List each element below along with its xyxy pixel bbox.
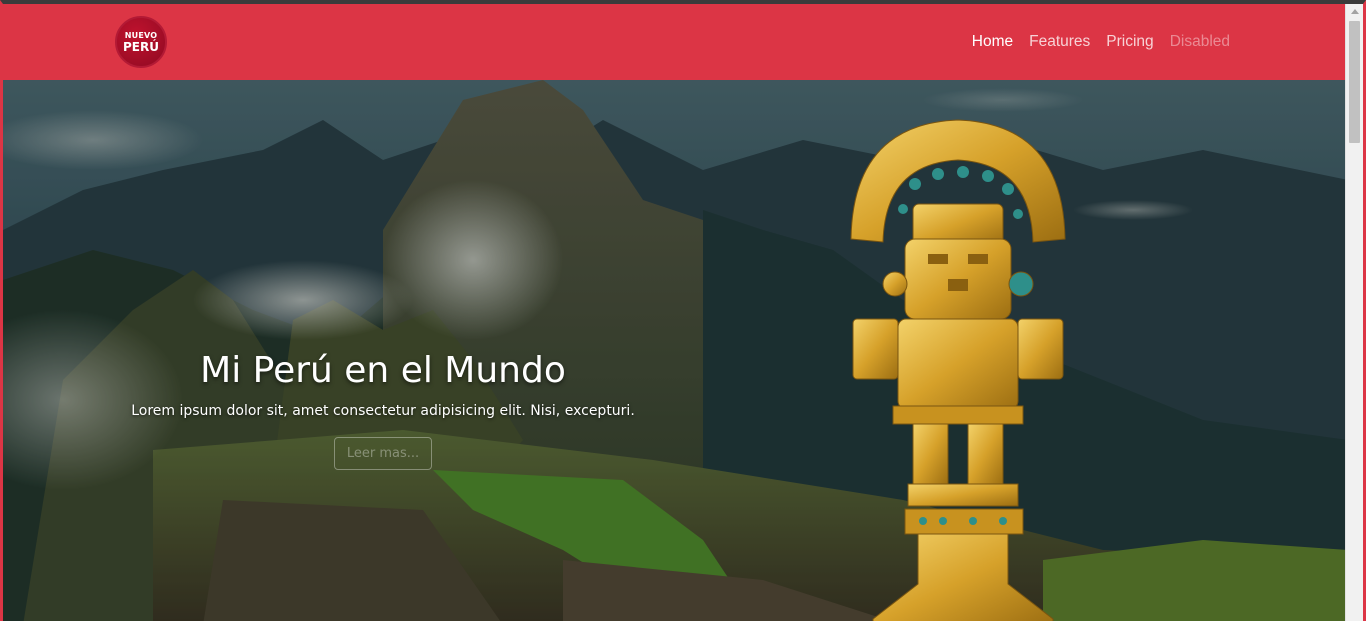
nav-link-features[interactable]: Features xyxy=(1029,33,1090,51)
nav-link-home[interactable]: Home xyxy=(972,33,1013,51)
nav-link-pricing[interactable]: Pricing xyxy=(1106,33,1153,51)
vertical-scrollbar[interactable] xyxy=(1345,4,1363,621)
hero-subtitle: Lorem ipsum dolor sit, amet consectetur … xyxy=(131,403,635,419)
scroll-up-arrow-icon[interactable] xyxy=(1351,9,1359,14)
tumi-gold-figure-image xyxy=(850,119,1066,621)
scrollbar-thumb[interactable] xyxy=(1349,21,1360,143)
browser-viewport: NUEVO PERÚ Home Features Pricing Disable… xyxy=(0,0,1366,621)
logo-text-top: NUEVO xyxy=(124,30,158,40)
nav-links: Home Features Pricing Disabled xyxy=(972,33,1230,51)
hero-title: Mi Perú en el Mundo xyxy=(200,350,566,391)
hero-carousel: Mi Perú en el Mundo Lorem ipsum dolor si… xyxy=(3,80,1348,621)
carousel-caption: Mi Perú en el Mundo Lorem ipsum dolor si… xyxy=(123,350,643,470)
brand-logo[interactable]: NUEVO PERÚ xyxy=(115,16,167,68)
nav-link-disabled: Disabled xyxy=(1169,33,1230,50)
logo-text-bottom: PERÚ xyxy=(123,39,159,54)
navbar: NUEVO PERÚ Home Features Pricing Disable… xyxy=(3,4,1348,80)
read-more-button[interactable]: Leer mas... xyxy=(333,437,433,470)
